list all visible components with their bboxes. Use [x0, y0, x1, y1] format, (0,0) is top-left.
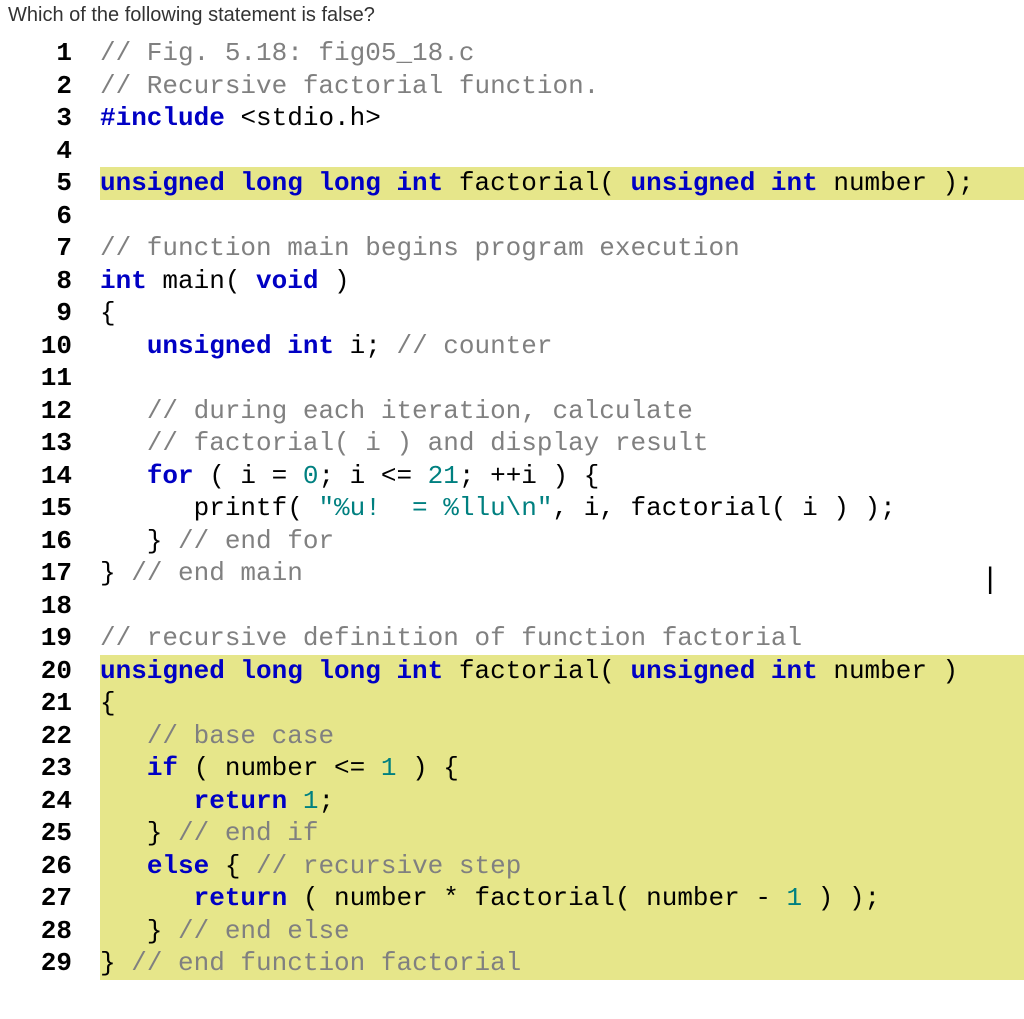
line-number: 20	[20, 655, 100, 688]
code-line: 25 } // end if	[20, 817, 1024, 850]
code-content: // during each iteration, calculate	[100, 395, 1024, 428]
code-content: } // end else	[100, 915, 1024, 948]
line-number: 11	[20, 362, 100, 395]
code-line: 18	[20, 590, 1024, 623]
code-content: {	[100, 297, 1024, 330]
text-caret: |	[986, 562, 994, 596]
line-number: 23	[20, 752, 100, 785]
code-line: 2// Recursive factorial function.	[20, 70, 1024, 103]
code-content: } // end for	[100, 525, 1024, 558]
line-number: 16	[20, 525, 100, 558]
code-line: 21{	[20, 687, 1024, 720]
line-number: 24	[20, 785, 100, 818]
code-content: unsigned int i; // counter	[100, 330, 1024, 363]
code-line: 22 // base case	[20, 720, 1024, 753]
line-number: 14	[20, 460, 100, 493]
code-line: 5unsigned long long int factorial( unsig…	[20, 167, 1024, 200]
line-number: 8	[20, 265, 100, 298]
code-content: for ( i = 0; i <= 21; ++i ) {	[100, 460, 1024, 493]
line-number: 18	[20, 590, 100, 623]
line-number: 22	[20, 720, 100, 753]
line-number: 12	[20, 395, 100, 428]
code-content: printf( "%u! = %llu\n", i, factorial( i …	[100, 492, 1024, 525]
code-content: unsigned long long int factorial( unsign…	[100, 167, 1024, 200]
code-line: 26 else { // recursive step	[20, 850, 1024, 883]
code-content: } // end function factorial	[100, 947, 1024, 980]
code-line: 29} // end function factorial	[20, 947, 1024, 980]
code-content	[100, 362, 1024, 395]
code-line: 28 } // end else	[20, 915, 1024, 948]
code-content: // Recursive factorial function.	[100, 70, 1024, 103]
code-line: 14 for ( i = 0; i <= 21; ++i ) {	[20, 460, 1024, 493]
line-number: 26	[20, 850, 100, 883]
line-number: 9	[20, 297, 100, 330]
code-content: // Fig. 5.18: fig05_18.c	[100, 37, 1024, 70]
code-line: 6	[20, 200, 1024, 233]
code-line: 19// recursive definition of function fa…	[20, 622, 1024, 655]
code-line: 4	[20, 135, 1024, 168]
code-line: 15 printf( "%u! = %llu\n", i, factorial(…	[20, 492, 1024, 525]
code-content: #include <stdio.h>	[100, 102, 1024, 135]
code-line: 13 // factorial( i ) and display result	[20, 427, 1024, 460]
code-content: } // end main	[100, 557, 1024, 590]
code-content: if ( number <= 1 ) {	[100, 752, 1024, 785]
code-content: int main( void )	[100, 265, 1024, 298]
code-content: return 1;	[100, 785, 1024, 818]
code-line: 1// Fig. 5.18: fig05_18.c	[20, 37, 1024, 70]
code-content: unsigned long long int factorial( unsign…	[100, 655, 1024, 688]
line-number: 25	[20, 817, 100, 850]
line-number: 29	[20, 947, 100, 980]
line-number: 4	[20, 135, 100, 168]
code-line: 24 return 1;	[20, 785, 1024, 818]
code-block: 1// Fig. 5.18: fig05_18.c2// Recursive f…	[0, 37, 1024, 980]
code-line: 10 unsigned int i; // counter	[20, 330, 1024, 363]
line-number: 7	[20, 232, 100, 265]
code-content	[100, 590, 1024, 623]
line-number: 27	[20, 882, 100, 915]
code-content: return ( number * factorial( number - 1 …	[100, 882, 1024, 915]
line-number: 15	[20, 492, 100, 525]
line-number: 1	[20, 37, 100, 70]
code-line: 11	[20, 362, 1024, 395]
code-line: 7// function main begins program executi…	[20, 232, 1024, 265]
code-content: } // end if	[100, 817, 1024, 850]
line-number: 5	[20, 167, 100, 200]
line-number: 3	[20, 102, 100, 135]
code-line: 20unsigned long long int factorial( unsi…	[20, 655, 1024, 688]
code-line: 12 // during each iteration, calculate	[20, 395, 1024, 428]
code-content: // base case	[100, 720, 1024, 753]
line-number: 21	[20, 687, 100, 720]
code-line: 16 } // end for	[20, 525, 1024, 558]
code-content: // factorial( i ) and display result	[100, 427, 1024, 460]
code-line: 23 if ( number <= 1 ) {	[20, 752, 1024, 785]
code-line: 3#include <stdio.h>	[20, 102, 1024, 135]
code-line: 9{	[20, 297, 1024, 330]
line-number: 10	[20, 330, 100, 363]
code-content: else { // recursive step	[100, 850, 1024, 883]
code-line: 8int main( void )	[20, 265, 1024, 298]
line-number: 2	[20, 70, 100, 103]
code-content	[100, 135, 1024, 168]
code-content	[100, 200, 1024, 233]
code-content: {	[100, 687, 1024, 720]
line-number: 19	[20, 622, 100, 655]
code-content: // recursive definition of function fact…	[100, 622, 1024, 655]
code-content: // function main begins program executio…	[100, 232, 1024, 265]
code-line: 27 return ( number * factorial( number -…	[20, 882, 1024, 915]
line-number: 6	[20, 200, 100, 233]
line-number: 17	[20, 557, 100, 590]
question-text: Which of the following statement is fals…	[0, 0, 1024, 37]
line-number: 13	[20, 427, 100, 460]
code-line: 17} // end main	[20, 557, 1024, 590]
line-number: 28	[20, 915, 100, 948]
